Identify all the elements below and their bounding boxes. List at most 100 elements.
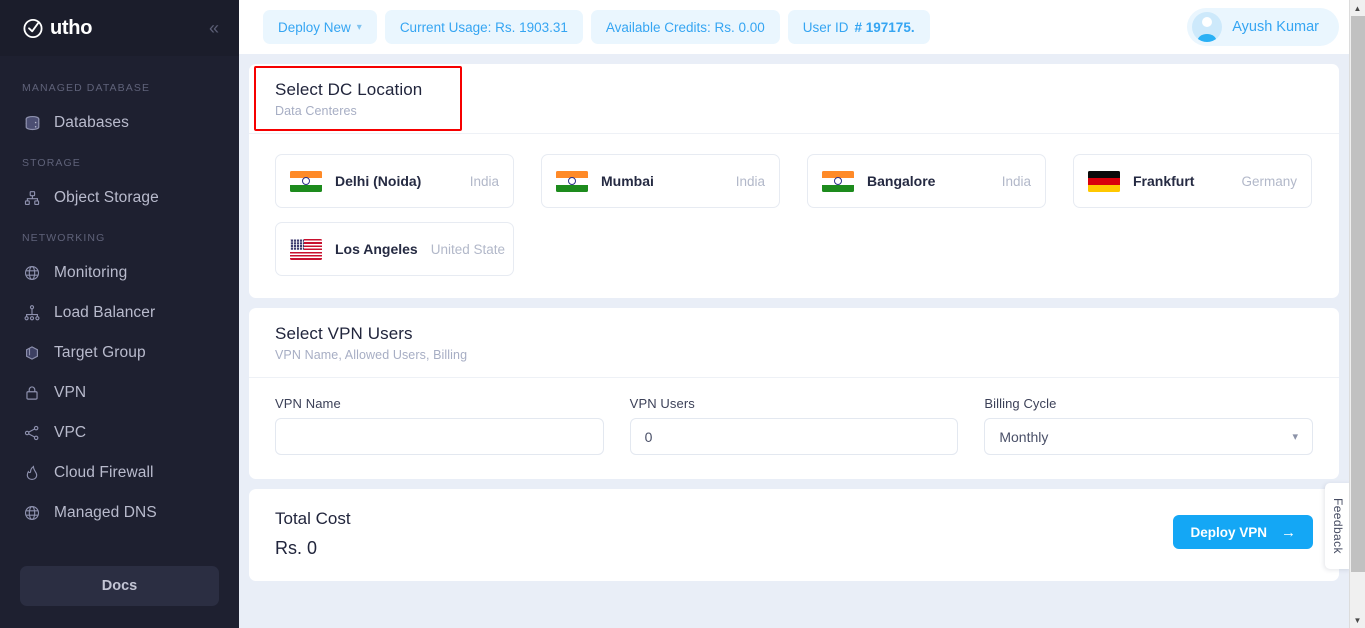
chevron-down-icon: ▾ (356, 21, 362, 33)
dc-card-name: Delhi (Noida) (335, 173, 422, 189)
total-cost-value: Rs. 0 (275, 538, 318, 558)
sidebar-item-label: Cloud Firewall (54, 464, 154, 481)
billing-cycle-value: Monthly (999, 428, 1049, 445)
user-id-pill[interactable]: User ID # 197175. (787, 10, 930, 44)
total-cost-card: Total Cost Rs. 0 Deploy VPN → (249, 489, 1339, 581)
sidebar-item-monitoring[interactable]: Monitoring (0, 253, 239, 293)
globe-icon (22, 503, 42, 523)
user-id-value: # 197175. (854, 19, 915, 35)
total-cost-body: Total Cost Rs. 0 Deploy VPN → (249, 489, 1339, 581)
flag-india-icon (556, 170, 588, 192)
utho-logo[interactable]: utho (22, 16, 92, 40)
sidebar-header: utho « (0, 0, 239, 56)
page-scrollbar[interactable]: ▲ ▼ (1349, 0, 1365, 628)
sidebar-item-label: VPN (54, 384, 87, 401)
flag-india-icon (290, 170, 322, 192)
sidebar-section-storage: STORAGE (22, 157, 81, 169)
share-nodes-icon (22, 423, 42, 443)
dc-card-name: Los Angeles (335, 241, 418, 257)
sidebar-item-load-balancer[interactable]: Load Balancer (0, 293, 239, 333)
billing-cycle-label: Billing Cycle (984, 396, 1057, 411)
billing-cycle-field: Billing Cycle Monthly ▾ (984, 396, 1314, 455)
object-storage-icon (22, 188, 42, 208)
topbar: Deploy New ▾ Current Usage: Rs. 1903.31 … (239, 0, 1365, 54)
load-balancer-icon (22, 303, 42, 323)
sidebar-item-object-storage[interactable]: Object Storage (0, 178, 239, 218)
sidebar-collapse-icon[interactable]: « (205, 17, 221, 39)
vpn-users-header: Select VPN Users VPN Name, Allowed Users… (249, 308, 1339, 378)
dc-card-delhi[interactable]: Delhi (Noida) India (275, 154, 514, 208)
deploy-new-button[interactable]: Deploy New ▾ (263, 10, 377, 44)
dc-card-bangalore[interactable]: Bangalore India (807, 154, 1046, 208)
sidebar-item-label: Monitoring (54, 264, 128, 281)
sidebar-section-managed-database: MANAGED DATABASE (22, 82, 151, 94)
sidebar-section-networking: NETWORKING (22, 232, 106, 244)
sidebar-item-label: Object Storage (54, 189, 159, 206)
deploy-vpn-label: Deploy VPN (1190, 524, 1267, 540)
sidebar-item-label: VPC (54, 424, 87, 441)
sidebar: utho « MANAGED DATABASE Databases STORAG… (0, 0, 239, 628)
vpn-users-label: VPN Users (629, 396, 695, 411)
dc-card-los-angeles[interactable]: Los Angeles United State (275, 222, 514, 276)
sidebar-item-managed-dns[interactable]: Managed DNS (0, 493, 239, 533)
current-usage-pill[interactable]: Current Usage: Rs. 1903.31 (384, 10, 583, 44)
sidebar-nav: MANAGED DATABASE Databases STORAGE Objec… (0, 56, 239, 566)
dc-card-country: Germany (1241, 173, 1297, 189)
docs-button[interactable]: Docs (20, 566, 219, 606)
flag-india-icon (822, 170, 854, 192)
dc-location-subtitle: Data Centeres (275, 104, 357, 118)
user-avatar-icon (1192, 12, 1223, 42)
sidebar-item-target-group[interactable]: Target Group (0, 333, 239, 373)
lock-icon (22, 383, 42, 403)
fire-icon (22, 463, 42, 483)
feedback-tab[interactable]: Feedback (1325, 483, 1351, 569)
sidebar-item-vpc[interactable]: VPC (0, 413, 239, 453)
user-menu-button[interactable]: Ayush Kumar (1187, 8, 1339, 46)
sidebar-item-label: Databases (54, 114, 130, 131)
vpn-users-input[interactable] (629, 418, 959, 455)
dc-location-title: Select DC Location (275, 80, 423, 99)
sidebar-item-cloud-firewall[interactable]: Cloud Firewall (0, 453, 239, 493)
arrow-right-icon: → (1281, 523, 1296, 541)
dc-card-name: Bangalore (867, 173, 936, 189)
database-icon (22, 113, 42, 133)
page-content: Select DC Location Data Centeres Delhi (… (239, 54, 1365, 628)
dc-card-country: India (469, 173, 499, 189)
dc-card-country: India (1001, 173, 1031, 189)
dc-card-mumbai[interactable]: Mumbai India (541, 154, 780, 208)
flag-germany-icon (1088, 170, 1120, 192)
user-name-label: Ayush Kumar (1232, 19, 1319, 35)
dc-location-grid: Delhi (Noida) India Mumbai India Bangalo… (249, 134, 1339, 298)
vpn-users-field: VPN Users (629, 396, 959, 455)
dc-card-name: Mumbai (601, 173, 654, 189)
vpn-name-label: VPN Name (275, 396, 341, 411)
chevron-down-icon: ▾ (1292, 431, 1299, 443)
billing-cycle-select[interactable]: Monthly ▾ (984, 418, 1314, 455)
scroll-down-arrow-icon[interactable]: ▼ (1350, 612, 1365, 628)
scrollbar-track[interactable] (1350, 16, 1365, 612)
sidebar-footer: Docs (0, 566, 239, 628)
sidebar-item-label: Managed DNS (54, 504, 157, 521)
sidebar-item-label: Load Balancer (54, 304, 156, 321)
scroll-up-arrow-icon[interactable]: ▲ (1350, 0, 1365, 16)
sidebar-item-databases[interactable]: Databases (0, 103, 239, 143)
sidebar-item-label: Target Group (54, 344, 146, 361)
flag-usa-icon (290, 238, 322, 260)
utho-logo-text: utho (50, 16, 93, 39)
dc-card-name: Frankfurt (1133, 173, 1195, 189)
deploy-vpn-button[interactable]: Deploy VPN → (1173, 515, 1313, 549)
cube-icon (22, 343, 42, 363)
vpn-name-input[interactable] (275, 418, 604, 455)
dc-location-card: Select DC Location Data Centeres Delhi (… (249, 64, 1339, 298)
scrollbar-thumb[interactable] (1350, 16, 1365, 572)
sidebar-item-vpn[interactable]: VPN (0, 373, 239, 413)
deploy-new-label: Deploy New (278, 19, 351, 35)
vpn-users-title: Select VPN Users (275, 324, 413, 343)
dc-card-frankfurt[interactable]: Frankfurt Germany (1073, 154, 1312, 208)
available-credits-pill[interactable]: Available Credits: Rs. 0.00 (590, 10, 780, 44)
vpn-users-subtitle: VPN Name, Allowed Users, Billing (275, 348, 468, 362)
dc-card-country: United State (430, 241, 506, 257)
main-area: Deploy New ▾ Current Usage: Rs. 1903.31 … (239, 0, 1365, 628)
app-root: utho « MANAGED DATABASE Databases STORAG… (0, 0, 1365, 628)
globe-icon (22, 263, 42, 283)
